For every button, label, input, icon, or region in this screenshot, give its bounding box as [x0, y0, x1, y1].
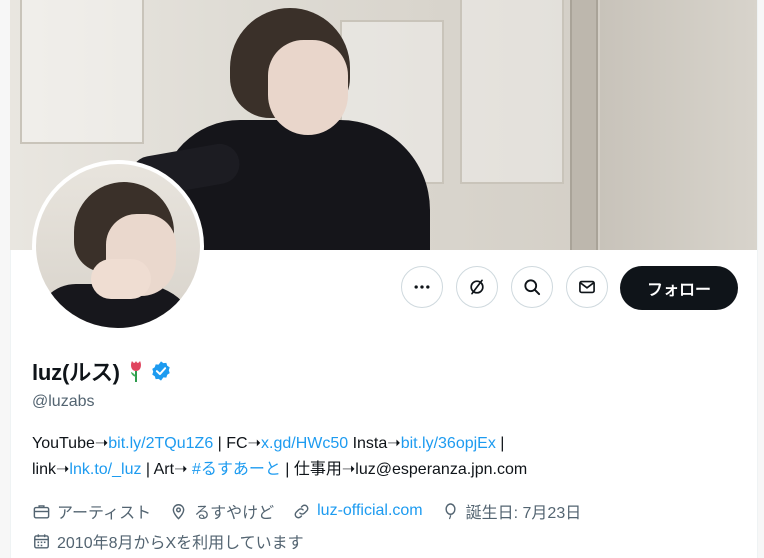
subscribe-button[interactable]	[456, 266, 498, 308]
location-pin-icon	[172, 503, 185, 520]
bio-text: |	[495, 435, 505, 452]
bio-text: | FC➝	[213, 435, 261, 452]
avatar-hand	[91, 259, 151, 299]
search-icon	[524, 279, 541, 296]
joined-item: 2010年8月からXを利用しています	[32, 529, 304, 553]
hashtag-link[interactable]: #るすあーと	[192, 461, 281, 478]
joined-text: 2010年8月からXを利用しています	[57, 535, 304, 552]
link-icon	[294, 504, 309, 518]
category-item: アーティスト	[32, 499, 151, 523]
banner-pillar	[570, 0, 598, 250]
bio-text: | 仕事用➝luz@esperanza.jpn.com	[280, 461, 528, 478]
follow-button[interactable]: フォロー	[620, 266, 738, 310]
briefcase-icon	[33, 504, 50, 519]
banner-person-face	[268, 40, 348, 135]
bio-text: | Art➝	[141, 461, 192, 478]
bio-line-2: link➝lnk.to/_luz | Art➝ #るすあーと | 仕事用➝luz…	[32, 457, 732, 483]
banner-door	[20, 0, 144, 144]
bio-text: link➝	[32, 461, 70, 478]
fc-link[interactable]: x.gd/HWc50	[261, 435, 348, 452]
search-button[interactable]	[511, 266, 553, 308]
message-icon	[579, 280, 595, 294]
more-button[interactable]	[401, 266, 443, 308]
more-icon	[414, 285, 430, 289]
bio-text: YouTube➝	[32, 435, 109, 452]
banner-door	[460, 0, 564, 184]
handle: @luzabs	[32, 393, 95, 410]
avatar[interactable]	[32, 160, 204, 332]
right-frame	[757, 0, 764, 558]
verified-badge-icon[interactable]	[150, 360, 172, 382]
avatar-image	[36, 164, 200, 328]
bio-text: Insta➝	[348, 435, 401, 452]
profile-meta: アーティスト るすやけど luz-official.com 誕生日: 7月23日	[32, 499, 599, 523]
youtube-link[interactable]: bit.ly/2TQu1Z6	[108, 435, 213, 452]
name-row: luz(ルス)	[32, 355, 172, 387]
display-name: luz(ルス)	[32, 360, 120, 385]
insta-link[interactable]: bit.ly/36opjEx	[401, 435, 496, 452]
bio: YouTube➝bit.ly/2TQu1Z6 | FC➝x.gd/HWc50 I…	[32, 431, 732, 483]
website-link[interactable]: luz-official.com	[317, 502, 423, 520]
linkto-link[interactable]: lnk.to/_luz	[69, 461, 141, 478]
balloon-icon	[445, 502, 456, 519]
birthday-text: 誕生日: 7月23日	[465, 505, 582, 522]
calendar-icon	[34, 533, 49, 549]
bio-line-1: YouTube➝bit.ly/2TQu1Z6 | FC➝x.gd/HWc50 I…	[32, 431, 732, 457]
birthday-item: 誕生日: 7月23日	[441, 499, 582, 523]
location-item: るすやけど	[169, 499, 274, 523]
message-button[interactable]	[566, 266, 608, 308]
subscribe-icon	[470, 279, 484, 295]
banner-wall	[600, 0, 757, 250]
tulip-icon	[130, 361, 141, 382]
location-text: るすやけど	[194, 505, 275, 522]
website-item: luz-official.com	[292, 502, 423, 521]
profile-meta-joined: 2010年8月からXを利用しています	[32, 529, 322, 553]
category-text: アーティスト	[57, 505, 152, 522]
